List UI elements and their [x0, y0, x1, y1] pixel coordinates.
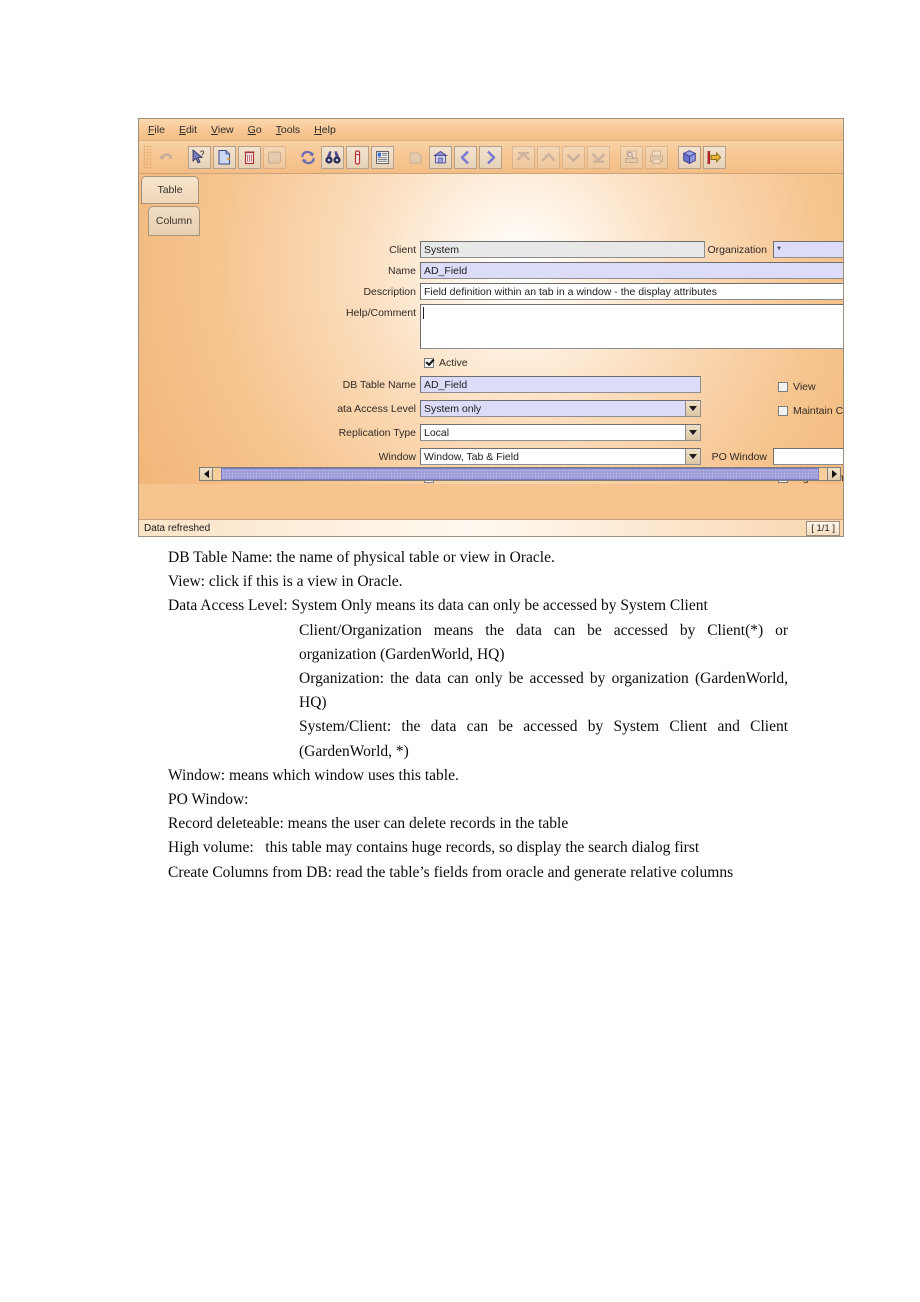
doc-line-6: Window: means which window uses this tab…	[168, 766, 459, 784]
next-record-icon[interactable]	[479, 145, 502, 169]
maintain-change-log-checkbox[interactable]: Maintain Change Log	[778, 405, 843, 417]
menu-item-edit[interactable]: Edit	[179, 124, 197, 136]
doc-line-9: High volume: this table may contains hug…	[168, 839, 700, 857]
doc-line-7: PO Window:	[168, 791, 249, 809]
tab-table[interactable]: Table	[141, 176, 199, 204]
previous-record-icon[interactable]	[454, 145, 477, 169]
menu-item-view[interactable]: View	[211, 124, 234, 136]
chevron-down-icon[interactable]	[685, 401, 700, 416]
print-icon[interactable]	[645, 145, 668, 169]
description-label: Description	[363, 286, 416, 298]
application-window: FFileile Edit View Go Tools Help ?	[138, 118, 844, 537]
svg-text:?: ?	[200, 149, 205, 158]
save-icon[interactable]	[263, 145, 286, 169]
product-info-icon[interactable]	[678, 145, 701, 169]
toolbar: ?	[139, 141, 843, 174]
scroll-left-icon[interactable]	[199, 467, 213, 481]
last-record-icon[interactable]	[587, 145, 610, 169]
name-label: Name	[387, 265, 416, 277]
delete-record-icon[interactable]	[238, 145, 261, 169]
data-access-level-value: System only	[424, 403, 482, 415]
doc-line-1: View: click if this is a view in Oracle.	[168, 573, 403, 591]
menu-bar: FFileile Edit View Go Tools Help	[139, 119, 843, 141]
exit-icon[interactable]	[703, 145, 726, 169]
help-comment-label: Help/Comment	[345, 307, 416, 319]
window-label: Window	[378, 451, 416, 463]
text-caret	[423, 307, 424, 319]
find-icon[interactable]	[321, 145, 344, 169]
data-access-level-field[interactable]: System only	[420, 400, 701, 417]
db-table-name-field[interactable]: AD_Field	[420, 376, 701, 393]
down-record-icon[interactable]	[562, 145, 585, 169]
horizontal-scrollbar[interactable]	[199, 467, 841, 481]
scrollbar-track[interactable]	[213, 467, 827, 481]
view-label: View	[793, 381, 816, 393]
attachment-icon[interactable]	[346, 145, 369, 169]
window-value: Window, Tab & Field	[424, 451, 519, 463]
tab-table-label: Table	[157, 184, 183, 196]
menu-item-help[interactable]: Help	[314, 124, 336, 136]
archive-icon[interactable]	[404, 146, 427, 169]
po-window-label: PO Window	[711, 451, 767, 463]
checkbox-box[interactable]	[424, 358, 434, 368]
scroll-right-icon[interactable]	[827, 467, 841, 481]
db-table-name-label: DB Table Name	[342, 379, 416, 391]
refresh-icon[interactable]	[296, 146, 319, 169]
maintain-change-log-label: Maintain Change Log	[793, 405, 843, 417]
window-field[interactable]: Window, Tab & Field	[420, 448, 701, 465]
organization-field[interactable]: *	[773, 241, 843, 258]
scrollbar-thumb[interactable]	[221, 468, 819, 480]
checkbox-box[interactable]	[778, 382, 788, 392]
client-field[interactable]: System	[420, 241, 705, 258]
report-icon[interactable]	[371, 145, 394, 169]
help-cursor-icon[interactable]: ?	[188, 145, 211, 169]
status-message: Data refreshed	[144, 522, 211, 534]
doc-line-8: Record deleteable: means the user can de…	[168, 815, 569, 833]
checkbox-box[interactable]	[778, 406, 788, 416]
help-comment-field[interactable]	[420, 304, 843, 349]
active-checkbox[interactable]: Active	[424, 357, 468, 369]
undo-icon[interactable]	[155, 146, 178, 169]
po-window-field[interactable]	[773, 448, 843, 465]
replication-type-value: Local	[424, 427, 450, 439]
doc-line-2: Data Access Level: System Only means its…	[168, 597, 708, 615]
doc-line-4: Organization: the data can only be acces…	[299, 670, 788, 712]
replication-type-field[interactable]: Local	[420, 424, 701, 441]
zoom-across-icon[interactable]	[429, 145, 452, 169]
replication-type-label: Replication Type	[338, 427, 416, 439]
record-count-badge: [ 1/1 ]	[806, 520, 840, 536]
tab-column[interactable]: Column	[148, 206, 200, 236]
up-record-icon[interactable]	[537, 145, 560, 169]
menu-item-go[interactable]: Go	[248, 124, 262, 136]
doc-line-10: Create Columns from DB: read the table’s…	[168, 863, 734, 881]
doc-line-3: Client/Organization means the data can b…	[299, 621, 788, 663]
print-preview-icon[interactable]	[620, 145, 643, 169]
first-record-icon[interactable]	[512, 145, 535, 169]
menu-item-tools[interactable]: Tools	[276, 124, 301, 136]
organization-label: Organization	[707, 244, 767, 256]
tab-column-label: Column	[155, 215, 193, 227]
description-field[interactable]: Field definition within an tab in a wind…	[420, 283, 843, 300]
data-access-level-label: ata Access Level	[337, 403, 416, 415]
active-label: Active	[439, 357, 468, 369]
new-record-icon[interactable]	[213, 145, 236, 169]
view-checkbox[interactable]: View	[778, 381, 816, 393]
menu-item-file[interactable]: FFileile	[148, 124, 165, 136]
client-label: Client	[389, 244, 416, 256]
table-form: Client System Organization * Name AD_Fie…	[201, 174, 843, 484]
status-bar: Data refreshed [ 1/1 ]	[139, 519, 843, 536]
name-field[interactable]: AD_Field	[420, 262, 843, 279]
doc-line-5: System/Client: the data can be accessed …	[299, 718, 788, 760]
toolbar-grip[interactable]	[143, 145, 152, 169]
document-body: DB Table Name: the name of physical tabl…	[168, 546, 788, 885]
doc-line-0: DB Table Name: the name of physical tabl…	[168, 549, 555, 566]
window-content: Table Column Client System Organization …	[139, 174, 843, 484]
chevron-down-icon[interactable]	[685, 425, 700, 440]
organization-value: *	[777, 244, 782, 256]
